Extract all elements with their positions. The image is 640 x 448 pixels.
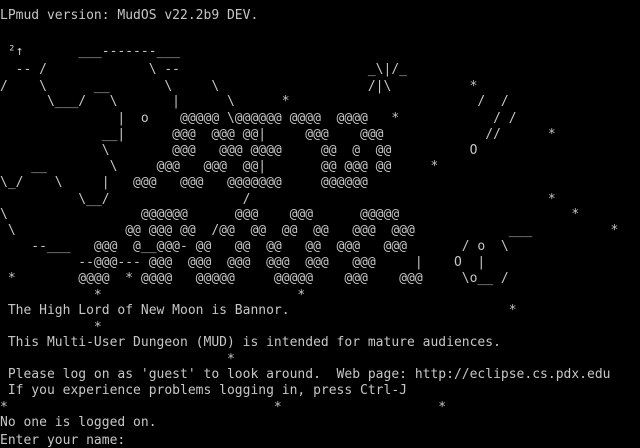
terminal-line: | o @@@@@ \@@@@@@ @@@@ @@@@ * / /	[0, 111, 517, 126]
name-prompt-label: Enter your name:	[0, 433, 134, 448]
terminal-window[interactable]: LPmud version: MudOS v22.2b9 DEV. ²↑ ___…	[0, 0, 640, 448]
terminal-line: --@@@--- @@@ @@@ @@@ @@@ @@@ @@@ | O |	[0, 255, 486, 270]
terminal-line: If you experience problems logging in, p…	[0, 383, 407, 398]
text-cursor	[133, 431, 140, 444]
name-prompt[interactable]: Enter your name:	[0, 431, 140, 448]
terminal-line: \ @@@@@@ @@@ @@@ @@@@@ *	[0, 207, 580, 222]
terminal-line: * * *	[0, 400, 447, 415]
terminal-line: *	[0, 352, 235, 367]
terminal-line: __ \ @@@ @@@ @@| @@ @@@ @@ *	[0, 159, 439, 174]
terminal-line: Please log on as 'guest' to look around.…	[0, 367, 611, 382]
terminal-line: \__/ / *	[0, 192, 556, 207]
terminal-line: ²↑ ___-------___	[0, 44, 181, 59]
terminal-line: \ @@ @@@ @@ /@@ @@ @@ @@ @@@ @@@ ___ *	[0, 223, 619, 238]
terminal-line: \ @@@ @@@ @@@@ @@ @ @@ O	[0, 143, 478, 158]
terminal-line: __| @@@ @@@ @@| @@@ @@@ // *	[0, 127, 556, 142]
terminal-line: *	[0, 320, 102, 335]
terminal-line: The High Lord of New Moon is Bannor. *	[0, 303, 517, 318]
terminal-line: \___/ \ | \ * / /	[0, 94, 509, 109]
terminal-line: LPmud version: MudOS v22.2b9 DEV.	[0, 8, 259, 23]
terminal-line: \_/ \ | @@@ @@@ @@@@@@@ @@@@@@	[0, 175, 368, 190]
terminal-line: / \ __ \ \ /|\ *	[0, 79, 478, 94]
terminal-line: * @@@@ * @@@@ @@@@@ @@@@@ @@@ @@@ \o__ /	[0, 271, 509, 286]
terminal-line: This Multi-User Dungeon (MUD) is intende…	[0, 335, 501, 350]
terminal-line: No one is logged on.	[0, 415, 157, 430]
terminal-line: --___ @@@ @__@@@- @@ @@ @@ @@ @@@ @@@ / …	[0, 239, 509, 254]
terminal-line: * *	[0, 288, 306, 303]
terminal-line: -- / \ -- _\|/_	[0, 62, 407, 77]
